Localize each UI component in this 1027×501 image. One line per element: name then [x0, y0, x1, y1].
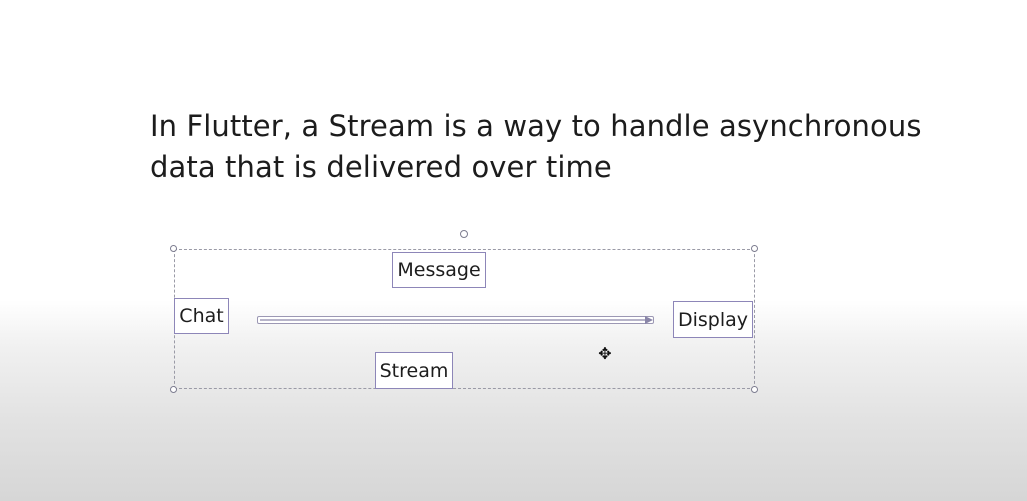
resize-handle-bottom-left[interactable] — [170, 386, 177, 393]
resize-handle-top-left[interactable] — [170, 245, 177, 252]
slide-title-line-2: data that is delivered over time — [150, 150, 612, 184]
display-node-box[interactable]: Display — [673, 301, 753, 338]
resize-handle-bottom-right[interactable] — [751, 386, 758, 393]
slide-title: In Flutter, a Stream is a way to handle … — [150, 106, 950, 188]
stream-label-box[interactable]: Stream — [375, 352, 453, 389]
flow-arrow-connector[interactable] — [257, 316, 654, 324]
message-label-box[interactable]: Message — [392, 252, 486, 288]
chat-node-box[interactable]: Chat — [174, 298, 229, 334]
slide-title-line-1: In Flutter, a Stream is a way to handle … — [150, 109, 922, 143]
rotate-handle[interactable] — [460, 230, 468, 238]
arrow-head-icon — [645, 316, 653, 324]
move-cursor-icon: ✥ — [598, 344, 612, 363]
resize-handle-top-right[interactable] — [751, 245, 758, 252]
